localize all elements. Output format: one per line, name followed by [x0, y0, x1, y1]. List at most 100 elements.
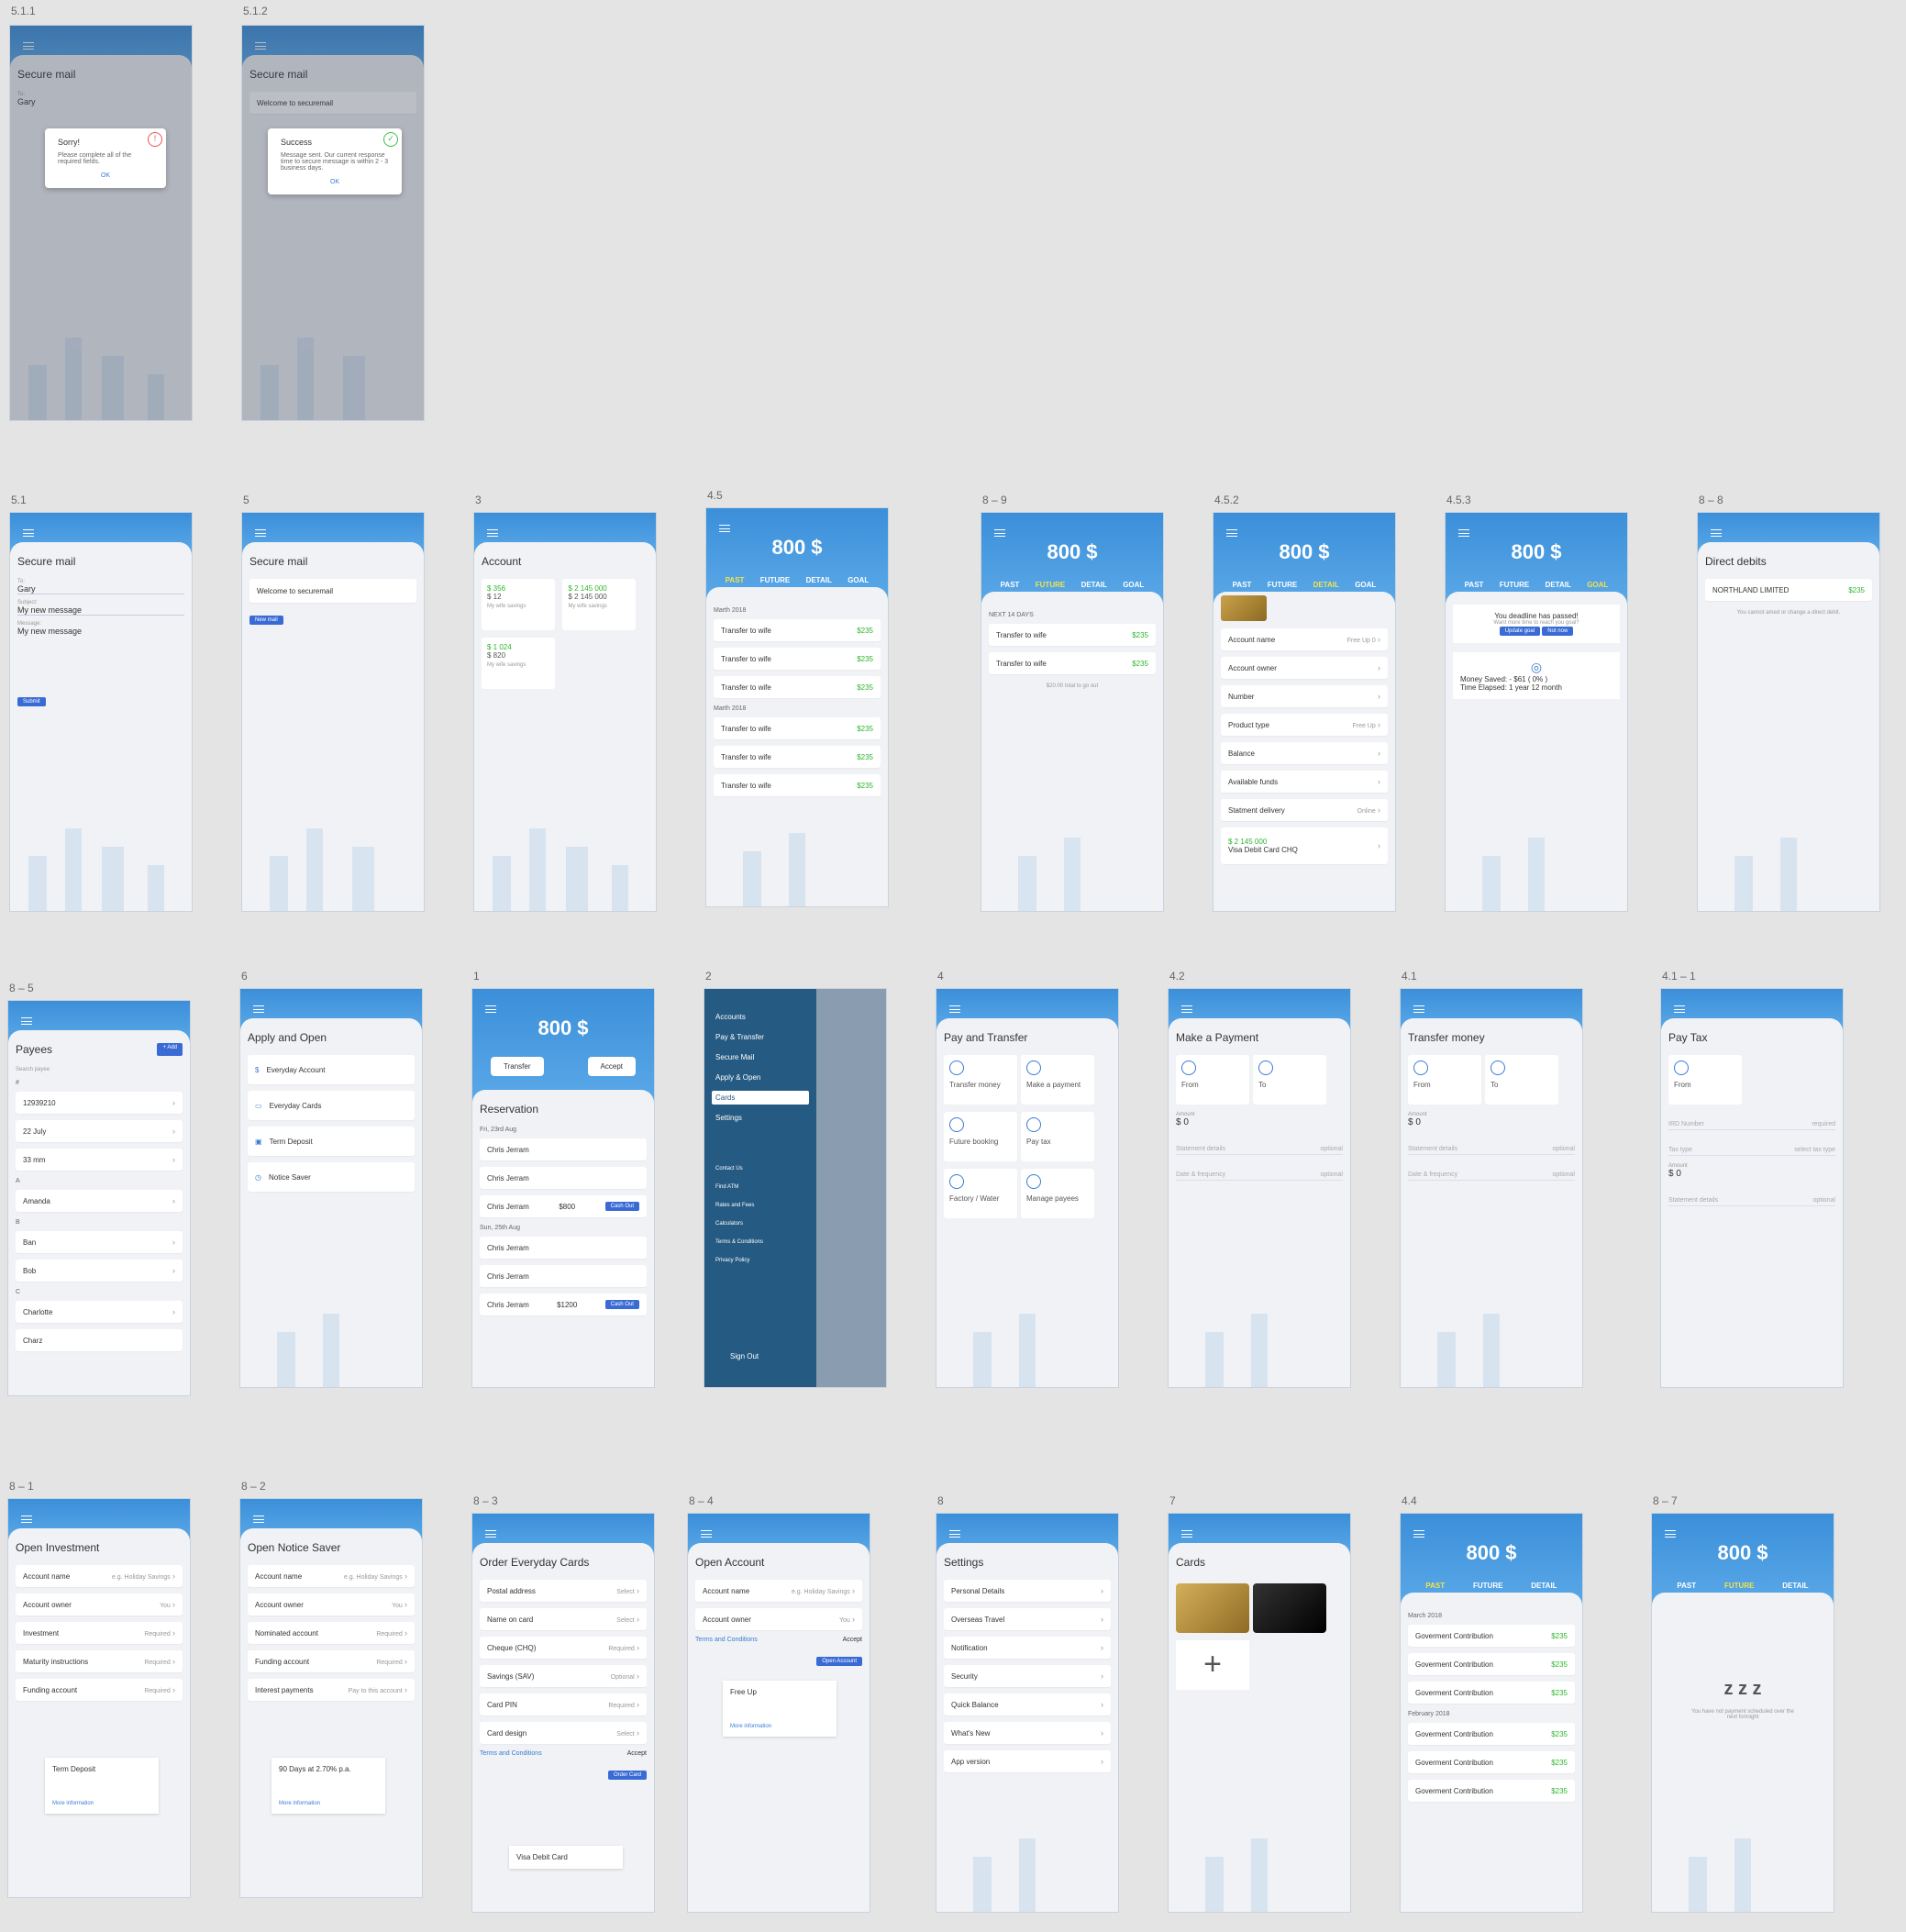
reservation-row[interactable]: Chris Jerram — [480, 1237, 647, 1259]
tab-past[interactable]: PAST — [1001, 581, 1020, 589]
submit-button[interactable]: Submit — [17, 697, 46, 706]
tab-detail[interactable]: DETAIL — [1531, 1582, 1557, 1590]
transaction-row[interactable]: Goverment Contribution $235 — [1408, 1723, 1575, 1745]
manage-payees-tile[interactable]: Manage payees — [1021, 1169, 1094, 1218]
tab-future[interactable]: FUTURE — [1268, 581, 1297, 589]
form-row[interactable]: Account name e.g. Holiday Savings › — [16, 1565, 183, 1587]
menu-icon[interactable] — [253, 1005, 264, 1013]
transaction-row[interactable]: Transfer to wife $235 — [714, 676, 881, 698]
form-row[interactable]: Funding account Required › — [16, 1679, 183, 1701]
form-row[interactable]: Product type Free Up › — [1221, 714, 1388, 736]
form-row[interactable]: Statment delivery Online › — [1221, 799, 1388, 821]
tab-detail[interactable]: DETAIL — [1782, 1582, 1808, 1590]
transaction-row[interactable]: Transfer to wife $235 — [714, 648, 881, 670]
drawer-item-accounts[interactable]: Accounts — [715, 1013, 805, 1021]
debit-row[interactable]: NORTHLAND LIMITED $235 — [1705, 579, 1872, 601]
transaction-row[interactable]: Transfer to wife $235 — [989, 652, 1156, 674]
menu-icon[interactable] — [949, 1005, 960, 1013]
apply-item[interactable]: ▭ Everyday Cards — [248, 1091, 415, 1120]
more-info-link[interactable]: More information — [52, 1801, 151, 1806]
open-account-button[interactable]: Open Account — [816, 1657, 862, 1666]
terms-link[interactable]: Terms and Conditions — [695, 1637, 758, 1643]
transaction-row[interactable]: Transfer to wife $235 — [714, 746, 881, 768]
drawer-link-atm[interactable]: Find ATM — [715, 1184, 805, 1190]
form-row[interactable]: Nominated account Required › — [248, 1622, 415, 1644]
form-row[interactable]: Cheque (CHQ) Required › — [480, 1637, 647, 1659]
menu-icon[interactable] — [1181, 1530, 1192, 1538]
tab-detail[interactable]: DETAIL — [1313, 581, 1339, 589]
amount-input[interactable]: $ 0 — [1176, 1117, 1343, 1127]
payee-row[interactable]: Ban › — [16, 1231, 183, 1253]
menu-icon[interactable] — [1413, 1530, 1424, 1538]
subject-field[interactable]: My new message — [17, 605, 184, 616]
transaction-row[interactable]: Goverment Contribution $235 — [1408, 1780, 1575, 1802]
payee-row[interactable]: Charz — [16, 1329, 183, 1351]
account-card[interactable]: $ 1 024 $ 820 My wife savings — [482, 638, 555, 689]
menu-icon[interactable] — [23, 529, 34, 537]
form-row[interactable]: Account owner You › — [695, 1608, 862, 1630]
from-tile[interactable]: From — [1668, 1055, 1742, 1105]
amount-input[interactable]: $ 0 — [1668, 1169, 1835, 1179]
menu-icon[interactable] — [1458, 529, 1469, 537]
more-info-link[interactable]: More information — [730, 1724, 829, 1729]
tab-future[interactable]: FUTURE — [1724, 1582, 1754, 1590]
form-row[interactable]: Name on card Select › — [480, 1608, 647, 1630]
payee-row[interactable]: Bob › — [16, 1260, 183, 1282]
tab-detail[interactable]: DETAIL — [1546, 581, 1571, 589]
term-deposit-card[interactable]: Term Deposit More information — [45, 1758, 159, 1814]
accept-checkbox[interactable]: Accept — [843, 1637, 862, 1643]
payee-row[interactable]: 22 July › — [16, 1120, 183, 1142]
message-field[interactable]: My new message — [17, 627, 184, 636]
reservation-row[interactable]: Chris Jerram $800 Cash Out — [480, 1195, 647, 1217]
menu-icon[interactable] — [21, 1516, 32, 1523]
from-tile[interactable]: From — [1176, 1055, 1249, 1105]
menu-icon[interactable] — [719, 525, 730, 532]
account-card[interactable]: $ 2 145 000 $ 2 145 000 My wife savings — [562, 579, 637, 630]
menu-icon[interactable] — [1674, 1005, 1685, 1013]
to-field[interactable]: Gary — [17, 584, 184, 594]
drawer-link-rates[interactable]: Rates and Fees — [715, 1203, 805, 1208]
reservation-row[interactable]: Chris Jerram — [480, 1138, 647, 1160]
terms-link[interactable]: Terms and Conditions — [480, 1750, 542, 1757]
menu-icon[interactable] — [253, 1516, 264, 1523]
tab-future[interactable]: FUTURE — [1473, 1582, 1502, 1590]
drawer-link-privacy[interactable]: Privacy Policy — [715, 1258, 805, 1263]
tab-past[interactable]: PAST — [1233, 581, 1252, 589]
transaction-row[interactable]: Goverment Contribution $235 — [1408, 1682, 1575, 1704]
payee-row[interactable]: Charlotte › — [16, 1301, 183, 1323]
more-info-link[interactable]: More information — [279, 1801, 378, 1806]
pay-tax-tile[interactable]: Pay tax — [1021, 1112, 1094, 1161]
statement-details-field[interactable]: Statement details optional — [1176, 1137, 1343, 1155]
settings-item[interactable]: Overseas Travel › — [944, 1608, 1111, 1630]
transaction-row[interactable]: Goverment Contribution $235 — [1408, 1625, 1575, 1647]
ird-field[interactable]: IRD Number required — [1668, 1112, 1835, 1130]
update-goal-button[interactable]: Update goal — [1499, 627, 1541, 636]
drawer-link-contact[interactable]: Contact Us — [715, 1166, 805, 1171]
add-card-button[interactable]: + — [1176, 1640, 1249, 1690]
menu-icon[interactable] — [487, 529, 498, 537]
form-row[interactable]: Account owner › — [1221, 657, 1388, 679]
form-row[interactable]: Investment Required › — [16, 1622, 183, 1644]
visa-card-row[interactable]: $ 2 145 000 Visa Debit Card CHQ › — [1221, 827, 1388, 864]
to-tile[interactable]: To — [1253, 1055, 1326, 1105]
menu-icon[interactable] — [21, 1017, 32, 1025]
tax-type-field[interactable]: Tax type select tax type — [1668, 1138, 1835, 1156]
settings-item[interactable]: App version › — [944, 1750, 1111, 1772]
drawer-item-settings[interactable]: Settings — [715, 1114, 805, 1122]
payee-row[interactable]: 33 mm › — [16, 1149, 183, 1171]
menu-icon[interactable] — [485, 1005, 496, 1013]
from-tile[interactable]: From — [1408, 1055, 1481, 1105]
form-row[interactable]: Account name e.g. Holiday Savings › — [695, 1580, 862, 1602]
tab-future[interactable]: FUTURE — [1036, 581, 1065, 589]
cash-out-button[interactable]: Cash Out — [604, 1300, 639, 1309]
reservation-row[interactable]: Chris Jerram $1200 Cash Out — [480, 1294, 647, 1316]
form-row[interactable]: Maturity instructions Required › — [16, 1650, 183, 1672]
settings-item[interactable]: Personal Details › — [944, 1580, 1111, 1602]
menu-icon[interactable] — [1665, 1530, 1676, 1538]
drawer-link-terms[interactable]: Terms & Conditions — [715, 1239, 805, 1245]
form-row[interactable]: Balance › — [1221, 742, 1388, 764]
order-card-button[interactable]: Order Card — [607, 1771, 647, 1780]
transfer-money-tile[interactable]: Transfer money — [944, 1055, 1017, 1105]
transaction-row[interactable]: Transfer to wife $235 — [714, 717, 881, 739]
sign-out-button[interactable]: Sign Out — [730, 1352, 759, 1360]
